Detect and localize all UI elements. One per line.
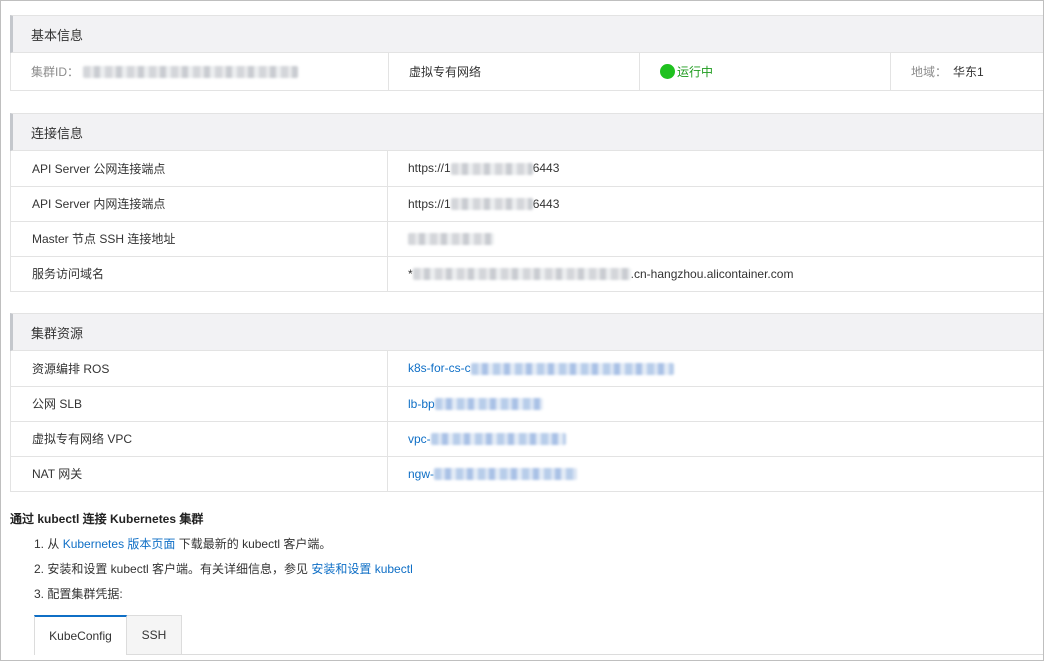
step-text: 下载最新的 kubectl 客户端。 — [175, 537, 332, 551]
internal-endpoint-value: https://1 6443 — [387, 186, 1043, 222]
row-key: 资源编排 ROS — [10, 351, 388, 387]
nat-value-cell: ngw- — [387, 456, 1043, 492]
region-cell: 地域： 华东1 — [891, 53, 1043, 90]
redacted-ip — [450, 163, 533, 176]
redacted-ssh-address — [408, 233, 494, 246]
network-type: 虚拟专有网络 — [409, 65, 482, 79]
table-row: 虚拟专有网络 VPC vpc- — [10, 421, 1043, 457]
basic-info-header: 基本信息 — [10, 15, 1043, 53]
tab-ssh[interactable]: SSH — [127, 615, 182, 655]
domain-prefix: * — [408, 266, 413, 281]
table-row: 服务访问域名 * .cn-hangzhou.alicontainer.com — [10, 256, 1043, 292]
nat-gateway-link[interactable]: ngw- — [408, 466, 578, 481]
tab-kubeconfig[interactable]: KubeConfig — [34, 615, 127, 655]
cluster-id-cell: 集群ID： — [11, 53, 389, 90]
redacted-id — [434, 398, 543, 411]
step-2: 2. 安装和设置 kubectl 客户端。有关详细信息，参见 安装和设置 kub… — [34, 562, 1040, 587]
link-text: lb-bp — [408, 396, 435, 411]
row-key: 虚拟专有网络 VPC — [10, 421, 388, 457]
slb-link[interactable]: lb-bp — [408, 397, 543, 411]
guide-title: 通过 kubectl 连接 Kubernetes 集群 — [10, 512, 204, 526]
endpoint-prefix: https://1 — [408, 161, 451, 176]
redacted-id — [470, 363, 674, 376]
guide-steps: 1. 从 Kubernetes 版本页面 下载最新的 kubectl 客户端。 … — [34, 537, 1040, 612]
table-row: API Server 内网连接端点 https://1 6443 — [10, 186, 1043, 222]
basic-info-row: 集群ID： 虚拟专有网络 运行中 地域： 华东1 — [10, 53, 1043, 91]
ssh-address-value — [387, 221, 1043, 257]
redacted-domain — [412, 268, 631, 281]
public-endpoint-value: https://1 6443 — [387, 151, 1043, 187]
credential-tabs: KubeConfig SSH — [34, 615, 182, 655]
kubectl-guide: 通过 kubectl 连接 Kubernetes 集群 1. 从 Kuberne… — [10, 510, 1040, 612]
service-domain-value: * .cn-hangzhou.alicontainer.com — [387, 256, 1043, 292]
status-dot-icon — [660, 64, 675, 79]
link-text: k8s-for-cs-c — [408, 361, 471, 376]
basic-info-title: 基本信息 — [31, 27, 84, 43]
status-badge: 运行中 — [660, 63, 713, 80]
endpoint-prefix: https://1 — [408, 196, 451, 211]
step-text: 3. 配置集群凭据: — [34, 587, 123, 601]
cluster-resources-section: 集群资源 资源编排 ROS k8s-for-cs-c 公网 SLB lb-bp … — [10, 313, 1043, 492]
region-value: 华东1 — [953, 65, 984, 79]
table-row: API Server 公网连接端点 https://1 6443 — [10, 151, 1043, 187]
row-key: API Server 公网连接端点 — [10, 151, 388, 187]
vpc-link[interactable]: vpc- — [408, 432, 566, 446]
step-text: 2. 安装和设置 kubectl 客户端。有关详细信息，参见 — [34, 562, 312, 576]
basic-info-section: 基本信息 集群ID： 虚拟专有网络 运行中 地域： 华东1 — [10, 15, 1043, 91]
link-text: ngw- — [408, 466, 435, 481]
row-key: NAT 网关 — [10, 456, 388, 492]
endpoint-port: 6443 — [532, 161, 560, 176]
cluster-detail-page: 基本信息 集群ID： 虚拟专有网络 运行中 地域： 华东1 连接信息 API S… — [0, 0, 1044, 661]
table-row: 公网 SLB lb-bp — [10, 386, 1043, 422]
ros-value-cell: k8s-for-cs-c — [387, 351, 1043, 387]
install-kubectl-link[interactable]: 安装和设置 kubectl — [311, 562, 412, 576]
slb-value-cell: lb-bp — [387, 386, 1043, 422]
row-key: API Server 内网连接端点 — [10, 186, 388, 222]
ros-stack-link[interactable]: k8s-for-cs-c — [408, 361, 674, 375]
kubernetes-version-page-link[interactable]: Kubernetes 版本页面 — [63, 537, 176, 551]
connection-info-title: 连接信息 — [31, 125, 84, 141]
endpoint-port: 6443 — [532, 196, 560, 211]
status-cell: 运行中 — [640, 53, 891, 90]
redacted-id — [434, 468, 578, 481]
redacted-ip — [450, 198, 533, 211]
row-key: 公网 SLB — [10, 386, 388, 422]
network-type-cell: 虚拟专有网络 — [389, 53, 640, 90]
connection-info-section: 连接信息 API Server 公网连接端点 https://1 6443 API… — [10, 113, 1043, 292]
cluster-resources-table: 资源编排 ROS k8s-for-cs-c 公网 SLB lb-bp 虚拟专有网… — [10, 351, 1043, 492]
table-row: Master 节点 SSH 连接地址 — [10, 221, 1043, 257]
cluster-id-label: 集群ID： — [31, 65, 80, 79]
cluster-resources-header: 集群资源 — [10, 313, 1043, 351]
table-row: 资源编排 ROS k8s-for-cs-c — [10, 351, 1043, 387]
step-3: 3. 配置集群凭据: — [34, 587, 1040, 612]
connection-info-header: 连接信息 — [10, 113, 1043, 151]
link-text: vpc- — [408, 431, 431, 446]
status-text: 运行中 — [677, 65, 714, 79]
tab-divider — [127, 654, 1043, 655]
row-key: Master 节点 SSH 连接地址 — [10, 221, 388, 257]
step-1: 1. 从 Kubernetes 版本页面 下载最新的 kubectl 客户端。 — [34, 537, 1040, 562]
cluster-id-redacted — [83, 65, 299, 78]
cluster-resources-title: 集群资源 — [31, 325, 84, 341]
vpc-value-cell: vpc- — [387, 421, 1043, 457]
domain-suffix: .cn-hangzhou.alicontainer.com — [630, 266, 794, 281]
redacted-id — [430, 433, 566, 446]
connection-info-table: API Server 公网连接端点 https://1 6443 API Serv… — [10, 151, 1043, 292]
step-text: 1. 从 — [34, 537, 63, 551]
table-row: NAT 网关 ngw- — [10, 456, 1043, 492]
region-label: 地域： — [911, 65, 948, 79]
row-key: 服务访问域名 — [10, 256, 388, 292]
